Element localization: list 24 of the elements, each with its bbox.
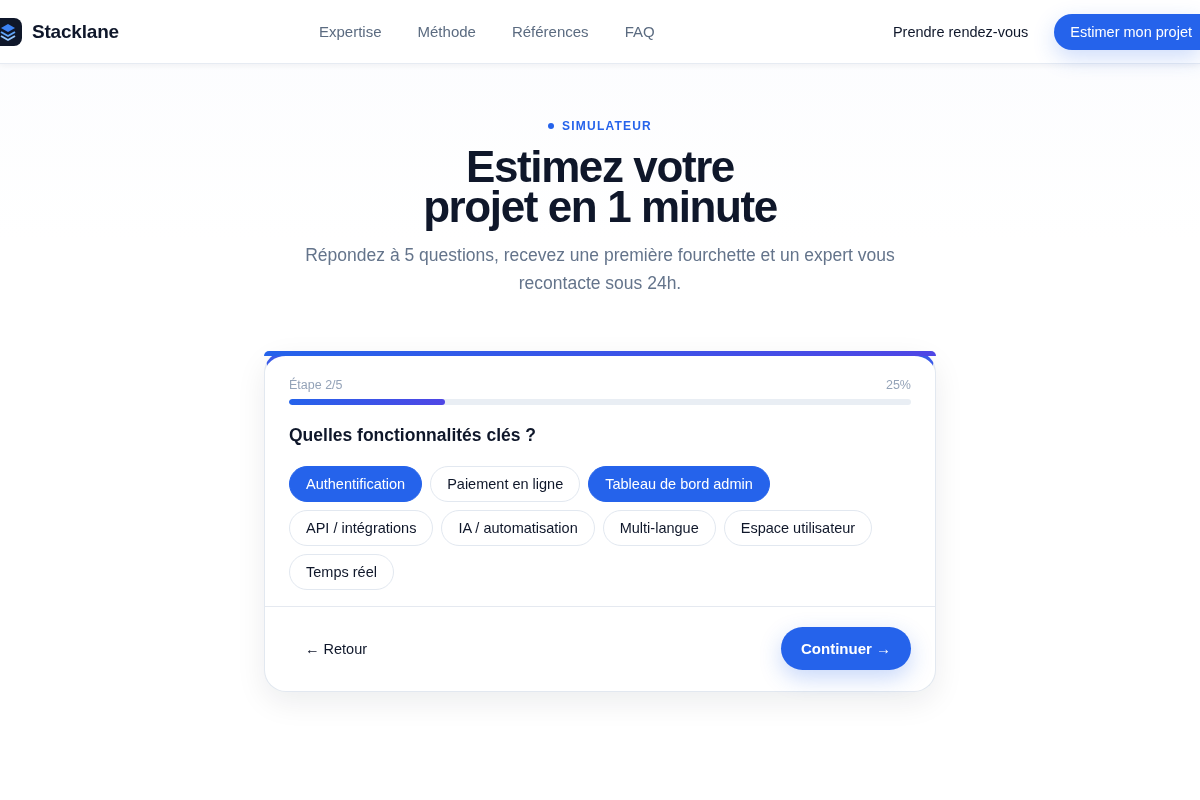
progress-percent: 25% <box>885 378 911 392</box>
feature-option-chip[interactable]: API / intégrations <box>289 510 434 546</box>
nav-link[interactable]: Méthode <box>417 23 476 40</box>
feature-option-chip[interactable]: Espace utilisateur <box>723 510 873 546</box>
nav-link[interactable]: Références <box>511 23 589 40</box>
question-title: Quelles fonctionnalités clés ? <box>289 425 537 446</box>
feature-option-chip[interactable]: IA / automatisation <box>441 510 595 546</box>
hero-subtitle: Répondez à 5 questions, recevez une première fourchette et un expert vous recontacte sous 24h. <box>304 244 896 295</box>
stacked-layers-logo-icon <box>0 17 22 46</box>
back-button[interactable]: ← Retour <box>289 632 384 665</box>
feature-option-chip[interactable]: Multi-langue <box>602 510 716 546</box>
nav-link[interactable]: FAQ <box>624 23 655 40</box>
appointment-link[interactable]: Prendre rendez-vous <box>892 23 1029 40</box>
eyebrow-label: SIMULATEUR <box>562 119 652 133</box>
status-dot-icon <box>548 123 555 129</box>
feature-option-chip[interactable]: Temps réel <box>289 554 394 590</box>
feature-option-chip[interactable]: Authentification <box>289 466 423 502</box>
nav-link[interactable]: Expertise <box>319 23 382 40</box>
feature-option-chip[interactable]: Tableau de bord admin <box>588 466 770 502</box>
continue-button[interactable]: Continuer → <box>781 627 911 670</box>
estimate-project-button[interactable]: Estimer mon projet <box>1054 13 1200 50</box>
brand-name: Stacklane <box>32 20 119 43</box>
feature-option-chip[interactable]: Paiement en ligne <box>430 466 581 502</box>
step-counter: Étape 2/5 <box>289 378 343 392</box>
